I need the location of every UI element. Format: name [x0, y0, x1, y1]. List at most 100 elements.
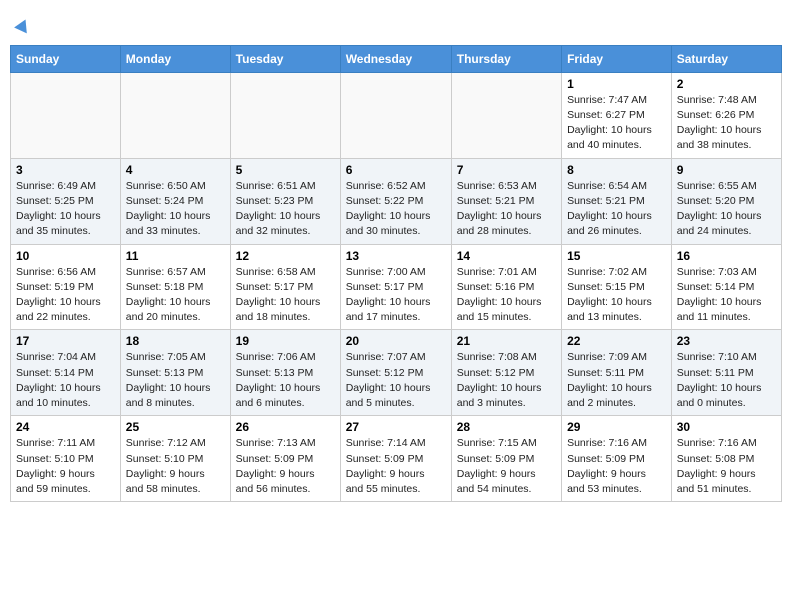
calendar-week-row: 3 Sunrise: 6:49 AM Sunset: 5:25 PM Daylig…: [11, 158, 782, 244]
calendar-cell: 9 Sunrise: 6:55 AM Sunset: 5:20 PM Daylig…: [671, 158, 781, 244]
calendar-cell: 20 Sunrise: 7:07 AM Sunset: 5:12 PM Dayli…: [340, 330, 451, 416]
calendar-cell: 4 Sunrise: 6:50 AM Sunset: 5:24 PM Daylig…: [120, 158, 230, 244]
calendar-cell: 5 Sunrise: 6:51 AM Sunset: 5:23 PM Daylig…: [230, 158, 340, 244]
day-number: 17: [16, 334, 115, 348]
calendar-cell: 29 Sunrise: 7:16 AM Sunset: 5:09 PM Dayli…: [562, 416, 672, 502]
calendar-cell: 3 Sunrise: 6:49 AM Sunset: 5:25 PM Daylig…: [11, 158, 121, 244]
calendar-cell: 21 Sunrise: 7:08 AM Sunset: 5:12 PM Dayli…: [451, 330, 561, 416]
calendar-cell: 7 Sunrise: 6:53 AM Sunset: 5:21 PM Daylig…: [451, 158, 561, 244]
day-number: 19: [236, 334, 335, 348]
day-info: Sunrise: 6:55 AM Sunset: 5:20 PM Dayligh…: [677, 179, 776, 240]
calendar-cell: [230, 72, 340, 158]
weekday-header: Tuesday: [230, 45, 340, 72]
day-number: 8: [567, 163, 666, 177]
day-info: Sunrise: 6:58 AM Sunset: 5:17 PM Dayligh…: [236, 265, 335, 326]
day-info: Sunrise: 7:00 AM Sunset: 5:17 PM Dayligh…: [346, 265, 446, 326]
day-info: Sunrise: 6:54 AM Sunset: 5:21 PM Dayligh…: [567, 179, 666, 240]
calendar-cell: 15 Sunrise: 7:02 AM Sunset: 5:15 PM Dayli…: [562, 244, 672, 330]
day-info: Sunrise: 6:49 AM Sunset: 5:25 PM Dayligh…: [16, 179, 115, 240]
day-info: Sunrise: 7:07 AM Sunset: 5:12 PM Dayligh…: [346, 350, 446, 411]
day-info: Sunrise: 7:08 AM Sunset: 5:12 PM Dayligh…: [457, 350, 556, 411]
day-info: Sunrise: 7:09 AM Sunset: 5:11 PM Dayligh…: [567, 350, 666, 411]
calendar-cell: 23 Sunrise: 7:10 AM Sunset: 5:11 PM Dayli…: [671, 330, 781, 416]
day-number: 22: [567, 334, 666, 348]
calendar-cell: [120, 72, 230, 158]
day-info: Sunrise: 6:51 AM Sunset: 5:23 PM Dayligh…: [236, 179, 335, 240]
day-info: Sunrise: 6:50 AM Sunset: 5:24 PM Dayligh…: [126, 179, 225, 240]
day-number: 20: [346, 334, 446, 348]
day-info: Sunrise: 7:03 AM Sunset: 5:14 PM Dayligh…: [677, 265, 776, 326]
weekday-header: Saturday: [671, 45, 781, 72]
calendar-header-row: SundayMondayTuesdayWednesdayThursdayFrid…: [11, 45, 782, 72]
day-info: Sunrise: 7:10 AM Sunset: 5:11 PM Dayligh…: [677, 350, 776, 411]
calendar-cell: [451, 72, 561, 158]
day-number: 29: [567, 420, 666, 434]
calendar-cell: 13 Sunrise: 7:00 AM Sunset: 5:17 PM Dayli…: [340, 244, 451, 330]
calendar-week-row: 24Sunrise: 7:11 AM Sunset: 5:10 PM Dayli…: [11, 416, 782, 502]
day-number: 18: [126, 334, 225, 348]
day-info: Sunrise: 7:01 AM Sunset: 5:16 PM Dayligh…: [457, 265, 556, 326]
page-header: [10, 10, 782, 35]
calendar-cell: 14 Sunrise: 7:01 AM Sunset: 5:16 PM Dayli…: [451, 244, 561, 330]
day-info: Sunrise: 7:48 AM Sunset: 6:26 PM Dayligh…: [677, 93, 776, 154]
day-number: 26: [236, 420, 335, 434]
calendar-cell: 28 Sunrise: 7:15 AM Sunset: 5:09 PM Dayli…: [451, 416, 561, 502]
day-info: Sunrise: 7:16 AM Sunset: 5:08 PM Dayligh…: [677, 436, 776, 497]
calendar-cell: 8 Sunrise: 6:54 AM Sunset: 5:21 PM Daylig…: [562, 158, 672, 244]
day-number: 11: [126, 249, 225, 263]
day-number: 15: [567, 249, 666, 263]
day-number: 3: [16, 163, 115, 177]
logo-triangle-icon: [14, 17, 32, 34]
day-info: Sunrise: 7:47 AM Sunset: 6:27 PM Dayligh…: [567, 93, 666, 154]
weekday-header: Friday: [562, 45, 672, 72]
day-info: Sunrise: 7:15 AM Sunset: 5:09 PM Dayligh…: [457, 436, 556, 497]
day-number: 27: [346, 420, 446, 434]
day-number: 7: [457, 163, 556, 177]
day-number: 24: [16, 420, 115, 434]
day-number: 2: [677, 77, 776, 91]
day-info: Sunrise: 7:12 AM Sunset: 5:10 PM Dayligh…: [126, 436, 225, 497]
day-info: Sunrise: 7:06 AM Sunset: 5:13 PM Dayligh…: [236, 350, 335, 411]
day-number: 16: [677, 249, 776, 263]
calendar-cell: 22 Sunrise: 7:09 AM Sunset: 5:11 PM Dayli…: [562, 330, 672, 416]
calendar-week-row: 1Sunrise: 7:47 AM Sunset: 6:27 PM Daylig…: [11, 72, 782, 158]
calendar-cell: 1Sunrise: 7:47 AM Sunset: 6:27 PM Daylig…: [562, 72, 672, 158]
day-number: 13: [346, 249, 446, 263]
day-number: 4: [126, 163, 225, 177]
calendar-cell: 10Sunrise: 6:56 AM Sunset: 5:19 PM Dayli…: [11, 244, 121, 330]
day-info: Sunrise: 6:53 AM Sunset: 5:21 PM Dayligh…: [457, 179, 556, 240]
day-info: Sunrise: 7:05 AM Sunset: 5:13 PM Dayligh…: [126, 350, 225, 411]
calendar-cell: 18 Sunrise: 7:05 AM Sunset: 5:13 PM Dayli…: [120, 330, 230, 416]
day-number: 5: [236, 163, 335, 177]
calendar-cell: 30 Sunrise: 7:16 AM Sunset: 5:08 PM Dayli…: [671, 416, 781, 502]
calendar-cell: 25Sunrise: 7:12 AM Sunset: 5:10 PM Dayli…: [120, 416, 230, 502]
day-number: 6: [346, 163, 446, 177]
weekday-header: Sunday: [11, 45, 121, 72]
day-info: Sunrise: 7:13 AM Sunset: 5:09 PM Dayligh…: [236, 436, 335, 497]
weekday-header: Wednesday: [340, 45, 451, 72]
day-number: 28: [457, 420, 556, 434]
calendar-cell: 11 Sunrise: 6:57 AM Sunset: 5:18 PM Dayli…: [120, 244, 230, 330]
weekday-header: Thursday: [451, 45, 561, 72]
day-info: Sunrise: 7:16 AM Sunset: 5:09 PM Dayligh…: [567, 436, 666, 497]
day-number: 23: [677, 334, 776, 348]
calendar-cell: 12 Sunrise: 6:58 AM Sunset: 5:17 PM Dayli…: [230, 244, 340, 330]
calendar-cell: 6 Sunrise: 6:52 AM Sunset: 5:22 PM Daylig…: [340, 158, 451, 244]
day-info: Sunrise: 6:52 AM Sunset: 5:22 PM Dayligh…: [346, 179, 446, 240]
calendar-cell: 17Sunrise: 7:04 AM Sunset: 5:14 PM Dayli…: [11, 330, 121, 416]
logo: [15, 15, 30, 35]
day-number: 21: [457, 334, 556, 348]
day-info: Sunrise: 7:02 AM Sunset: 5:15 PM Dayligh…: [567, 265, 666, 326]
day-number: 9: [677, 163, 776, 177]
day-number: 30: [677, 420, 776, 434]
calendar-cell: [340, 72, 451, 158]
calendar-cell: 26 Sunrise: 7:13 AM Sunset: 5:09 PM Dayli…: [230, 416, 340, 502]
calendar-table: SundayMondayTuesdayWednesdayThursdayFrid…: [10, 45, 782, 502]
calendar-cell: 27Sunrise: 7:14 AM Sunset: 5:09 PM Dayli…: [340, 416, 451, 502]
calendar-week-row: 17Sunrise: 7:04 AM Sunset: 5:14 PM Dayli…: [11, 330, 782, 416]
day-number: 14: [457, 249, 556, 263]
day-info: Sunrise: 6:57 AM Sunset: 5:18 PM Dayligh…: [126, 265, 225, 326]
day-number: 10: [16, 249, 115, 263]
calendar-cell: 19 Sunrise: 7:06 AM Sunset: 5:13 PM Dayli…: [230, 330, 340, 416]
day-number: 12: [236, 249, 335, 263]
